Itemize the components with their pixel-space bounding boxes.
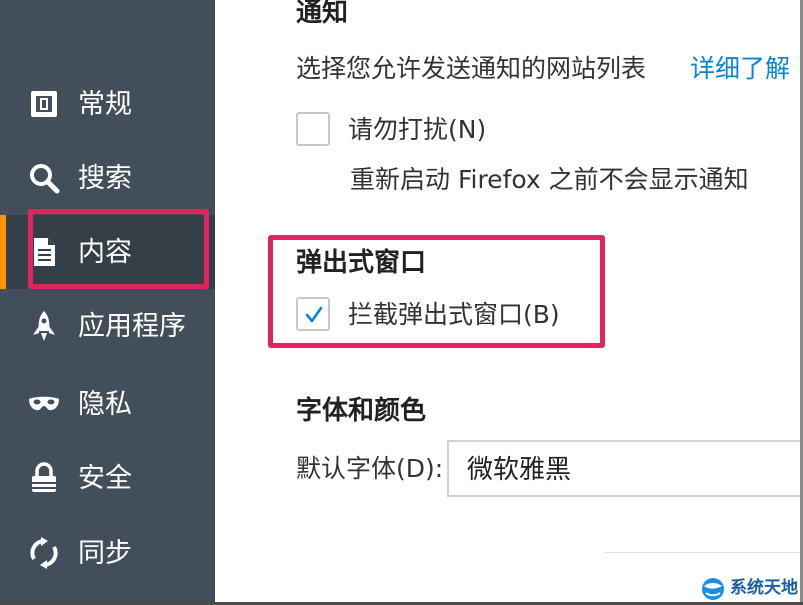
learn-more-link[interactable]: 详细了解 (690, 56, 790, 81)
sidebar-item-label: 应用程序 (78, 310, 186, 342)
sidebar-item-privacy[interactable]: 隐私 (0, 367, 215, 441)
block-popups-checkbox[interactable] (296, 297, 330, 331)
sidebar: 常规 搜索 内容 应用程序 隐私 安全 同步 (0, 0, 215, 605)
sidebar-item-label: 隐私 (78, 388, 132, 420)
checkmark-icon (305, 306, 323, 323)
dnd-checkbox[interactable] (296, 112, 330, 146)
dnd-label[interactable]: 请勿打扰(N) (348, 117, 486, 142)
sidebar-item-label: 安全 (78, 462, 132, 494)
sidebar-item-search[interactable]: 搜索 (0, 141, 215, 215)
highlight-box-content (28, 209, 209, 289)
fonts-heading: 字体和颜色 (296, 396, 427, 426)
sidebar-item-label: 同步 (78, 537, 132, 569)
notifications-description: 选择您允许发送通知的网站列表 (296, 54, 647, 83)
selected-indicator (0, 215, 6, 289)
sidebar-item-sync[interactable]: 同步 (0, 516, 215, 590)
search-icon (28, 162, 60, 194)
watermark-text: 系统天地 (730, 578, 798, 598)
default-font-label: 默认字体(D): (296, 454, 444, 483)
general-icon (28, 88, 60, 120)
watermark: 系统天地 (700, 576, 803, 602)
mask-icon (28, 388, 60, 420)
sidebar-item-applications[interactable]: 应用程序 (0, 289, 215, 363)
sidebar-item-label: 搜索 (78, 162, 132, 194)
rocket-icon (28, 310, 60, 342)
default-font-value: 微软雅黑 (467, 455, 572, 485)
notifications-heading: 通知 (296, 0, 349, 28)
sync-icon (28, 537, 60, 569)
block-popups-label[interactable]: 拦截弹出式窗口(B) (348, 302, 560, 327)
dnd-note: 重新启动 Firefox 之前不会显示通知 (350, 165, 749, 194)
lock-icon (28, 462, 60, 494)
sidebar-item-label: 常规 (78, 88, 132, 120)
divider (605, 552, 803, 553)
popups-heading: 弹出式窗口 (296, 248, 427, 278)
sidebar-item-general[interactable]: 常规 (0, 67, 215, 141)
globe-logo-icon (702, 578, 724, 600)
default-font-select[interactable]: 微软雅黑 (447, 440, 803, 497)
sidebar-item-security[interactable]: 安全 (0, 441, 215, 515)
